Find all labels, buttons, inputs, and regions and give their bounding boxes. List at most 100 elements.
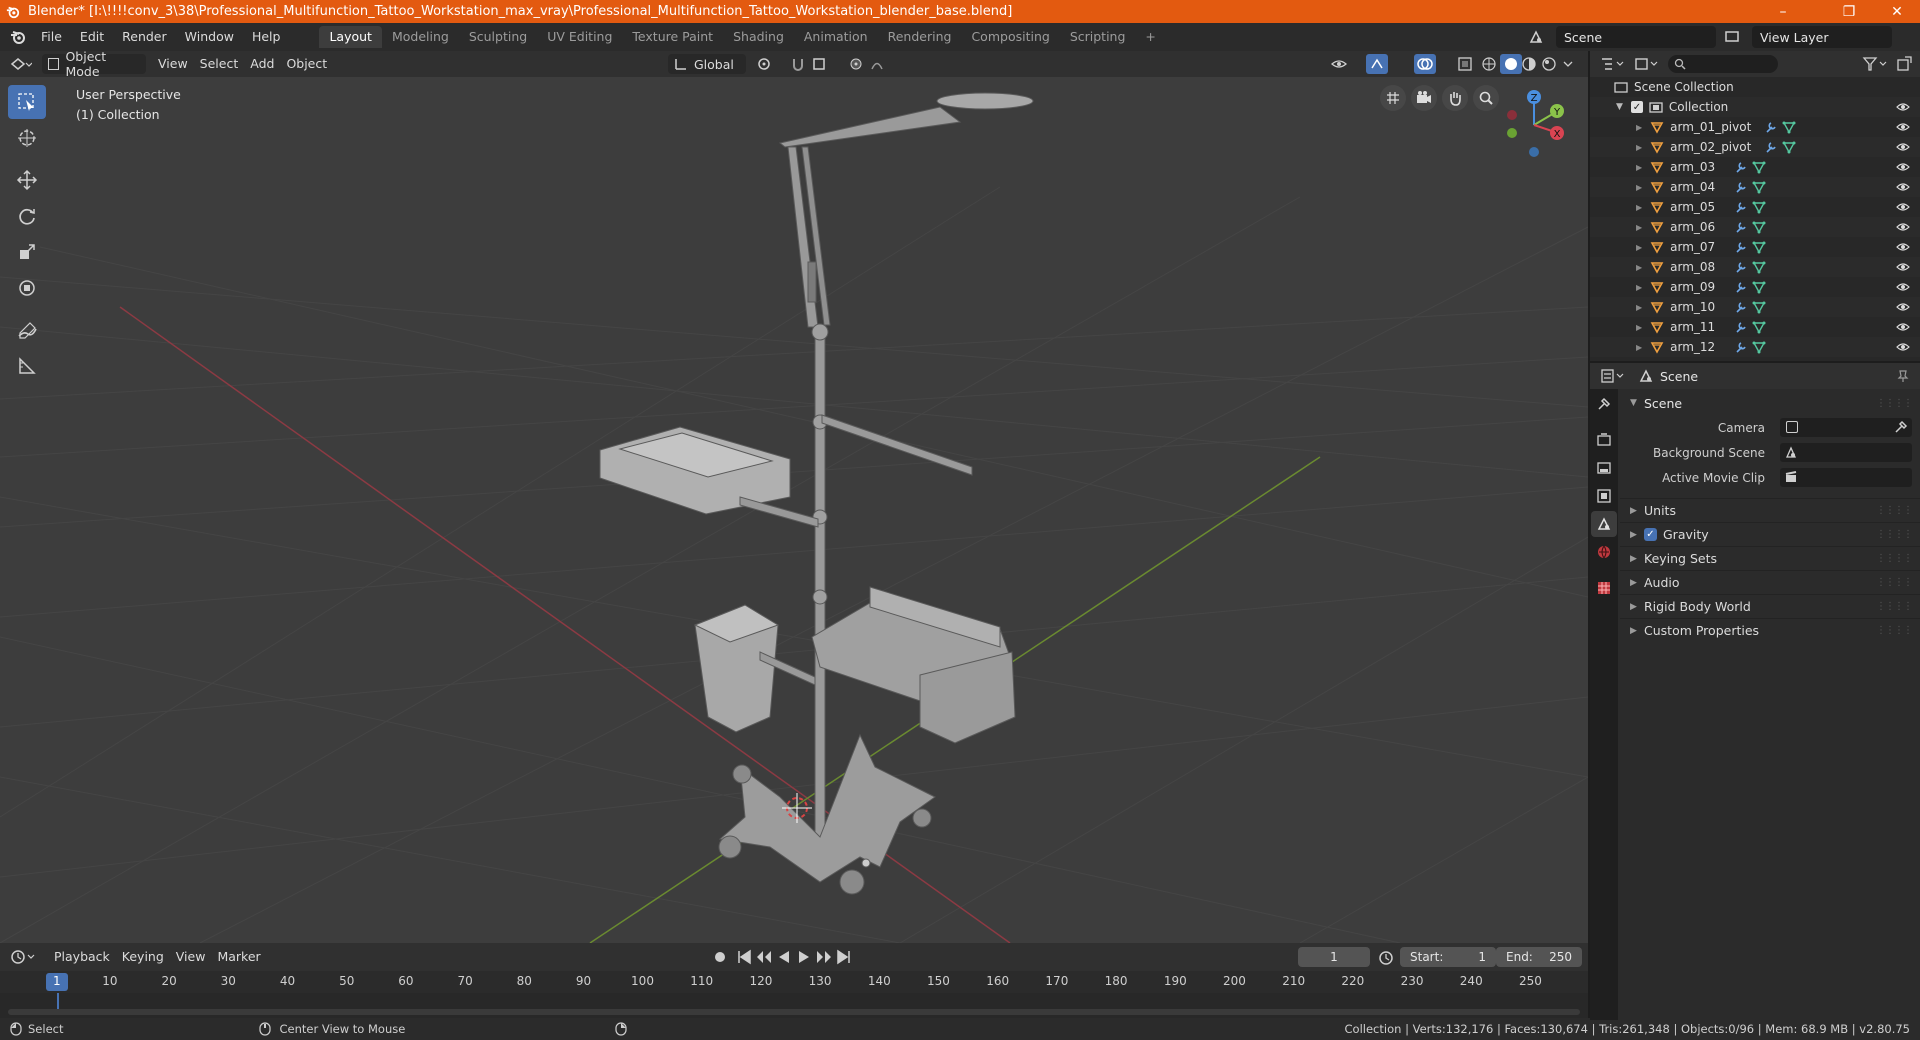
menu-window[interactable]: Window <box>176 26 243 48</box>
tab-render[interactable] <box>1591 427 1617 453</box>
outliner-item[interactable]: ▶ arm_05 <box>1590 197 1920 217</box>
move-tool[interactable] <box>8 163 46 197</box>
modifier-wrench-icon[interactable] <box>1734 260 1748 274</box>
cursor-tool[interactable] <box>8 121 46 155</box>
subpanel-rigid-body-world[interactable]: ▶ Rigid Body World ⋮⋮⋮⋮ <box>1620 594 1920 618</box>
outliner-editor-icon[interactable] <box>1600 56 1626 72</box>
pivot-point-icon[interactable] <box>756 56 784 72</box>
eye-icon[interactable] <box>1896 242 1910 252</box>
snap-icon[interactable] <box>790 56 810 72</box>
subpanel-keying-sets[interactable]: ▶ Keying Sets ⋮⋮⋮⋮ <box>1620 546 1920 570</box>
editor-type-icon[interactable] <box>10 56 32 72</box>
eye-icon[interactable] <box>1896 142 1910 152</box>
gravity-checkbox[interactable]: ✓ <box>1644 528 1657 541</box>
subpanel-custom-properties[interactable]: ▶ Custom Properties ⋮⋮⋮⋮ <box>1620 618 1920 642</box>
play-icon[interactable] <box>796 949 812 965</box>
modifier-wrench-icon[interactable] <box>1734 220 1748 234</box>
overlays-toggle-button[interactable] <box>1414 54 1436 74</box>
expand-arrow-icon[interactable]: ▶ <box>1636 203 1642 212</box>
outliner-item[interactable]: ▶ arm_08 <box>1590 257 1920 277</box>
eye-icon[interactable] <box>1896 262 1910 272</box>
outliner-item[interactable]: ▶ arm_11 <box>1590 317 1920 337</box>
drag-handle-icon[interactable]: ⋮⋮⋮⋮ <box>1876 625 1913 636</box>
tab-scripting[interactable]: Scripting <box>1060 26 1136 48</box>
gizmo-toggle-button[interactable] <box>1366 54 1388 74</box>
drag-handle-icon[interactable]: ⋮⋮⋮⋮ <box>1876 601 1913 612</box>
modifier-wrench-icon[interactable] <box>1734 320 1748 334</box>
solid-shading-button[interactable] <box>1500 54 1522 74</box>
tab-scene[interactable] <box>1591 511 1617 537</box>
tab-animation[interactable]: Animation <box>794 26 878 48</box>
expand-arrow-icon[interactable]: ▶ <box>1636 283 1642 292</box>
outliner-item[interactable]: ▶ arm_03 <box>1590 157 1920 177</box>
outliner-item[interactable]: ▶ arm_09 <box>1590 277 1920 297</box>
tab-uv-editing[interactable]: UV Editing <box>537 26 622 48</box>
eye-icon[interactable] <box>1896 222 1910 232</box>
visibility-selectability-icon[interactable] <box>1330 56 1360 72</box>
tab-rendering[interactable]: Rendering <box>878 26 962 48</box>
eye-icon[interactable] <box>1896 182 1910 192</box>
expand-arrow-icon[interactable]: ▶ <box>1636 343 1642 352</box>
scene-selector[interactable]: Scene <box>1556 26 1716 48</box>
tab-layout[interactable]: Layout <box>319 26 382 48</box>
gizmo-neg-z-handle[interactable] <box>1529 147 1539 157</box>
viewport-menu-select[interactable]: Select <box>194 54 245 74</box>
prev-keyframe-icon[interactable] <box>756 949 772 965</box>
mesh-data-icon[interactable] <box>1752 300 1766 314</box>
outliner-item[interactable]: ▶ arm_06 <box>1590 217 1920 237</box>
snap-target-icon[interactable] <box>812 56 842 72</box>
tab-tool[interactable] <box>1591 391 1617 417</box>
gizmo-neg-x-handle[interactable] <box>1507 110 1517 120</box>
add-workspace-button[interactable]: + <box>1135 26 1165 48</box>
drag-handle-icon[interactable]: ⋮⋮⋮⋮ <box>1876 577 1913 588</box>
expand-arrow-icon[interactable]: ▶ <box>1636 163 1642 172</box>
current-frame-field[interactable]: 1 <box>1298 947 1370 967</box>
expand-arrow-icon[interactable]: ▶ <box>1636 323 1642 332</box>
outliner-collection[interactable]: ▼ ✓ Collection <box>1590 97 1920 117</box>
modifier-wrench-icon[interactable] <box>1764 140 1778 154</box>
eye-icon[interactable] <box>1896 102 1910 112</box>
pan-view-button[interactable] <box>1442 85 1468 111</box>
background-scene-field[interactable] <box>1780 443 1912 462</box>
active-movie-clip-field[interactable] <box>1780 468 1912 487</box>
collection-checkbox[interactable]: ✓ <box>1630 101 1643 113</box>
eye-icon[interactable] <box>1896 322 1910 332</box>
rotate-tool[interactable] <box>8 199 46 233</box>
close-button[interactable]: ✕ <box>1874 0 1920 23</box>
jump-start-icon[interactable] <box>736 949 752 965</box>
play-reverse-icon[interactable] <box>776 949 792 965</box>
record-icon[interactable] <box>712 949 728 965</box>
eye-icon[interactable] <box>1896 162 1910 172</box>
mesh-data-icon[interactable] <box>1752 320 1766 334</box>
modifier-wrench-icon[interactable] <box>1734 300 1748 314</box>
transform-orientation-dropdown[interactable]: Global <box>668 54 746 74</box>
tab-shading[interactable]: Shading <box>723 26 794 48</box>
scene-panel-header[interactable]: ▼ Scene ⋮⋮⋮⋮ <box>1620 391 1920 415</box>
tab-modeling[interactable]: Modeling <box>382 26 459 48</box>
timeline-menu-keying[interactable]: Keying <box>116 947 170 967</box>
subpanel-units[interactable]: ▶ Units ⋮⋮⋮⋮ <box>1620 498 1920 522</box>
transform-tool[interactable] <box>8 271 46 305</box>
outliner-item[interactable]: ▶ arm_12 <box>1590 337 1920 357</box>
mesh-data-icon[interactable] <box>1752 220 1766 234</box>
expand-arrow-icon[interactable]: ▶ <box>1636 183 1642 192</box>
mesh-data-icon[interactable] <box>1752 280 1766 294</box>
mesh-data-icon[interactable] <box>1752 340 1766 354</box>
drag-handle-icon[interactable]: ⋮⋮⋮⋮ <box>1876 529 1913 540</box>
tab-texture[interactable] <box>1591 575 1617 601</box>
drag-handle-icon[interactable]: ⋮⋮⋮⋮ <box>1876 553 1913 564</box>
drag-handle-icon[interactable]: ⋮⋮⋮⋮ <box>1876 505 1913 516</box>
modifier-wrench-icon[interactable] <box>1734 240 1748 254</box>
properties-editor-icon[interactable] <box>1600 368 1626 384</box>
measure-tool[interactable] <box>8 349 46 383</box>
mesh-data-icon[interactable] <box>1782 140 1796 154</box>
expand-arrow-icon[interactable]: ▶ <box>1636 123 1642 132</box>
mesh-data-icon[interactable] <box>1752 240 1766 254</box>
tab-texture-paint[interactable]: Texture Paint <box>622 26 723 48</box>
subpanel-audio[interactable]: ▶ Audio ⋮⋮⋮⋮ <box>1620 570 1920 594</box>
proportional-editing-icon[interactable] <box>848 56 896 72</box>
tab-view-layer[interactable] <box>1591 483 1617 509</box>
outliner-item[interactable]: ▶ arm_01_pivot <box>1590 117 1920 137</box>
collapse-arrow-icon[interactable]: ▼ <box>1616 102 1623 112</box>
pin-icon[interactable] <box>1896 369 1910 383</box>
